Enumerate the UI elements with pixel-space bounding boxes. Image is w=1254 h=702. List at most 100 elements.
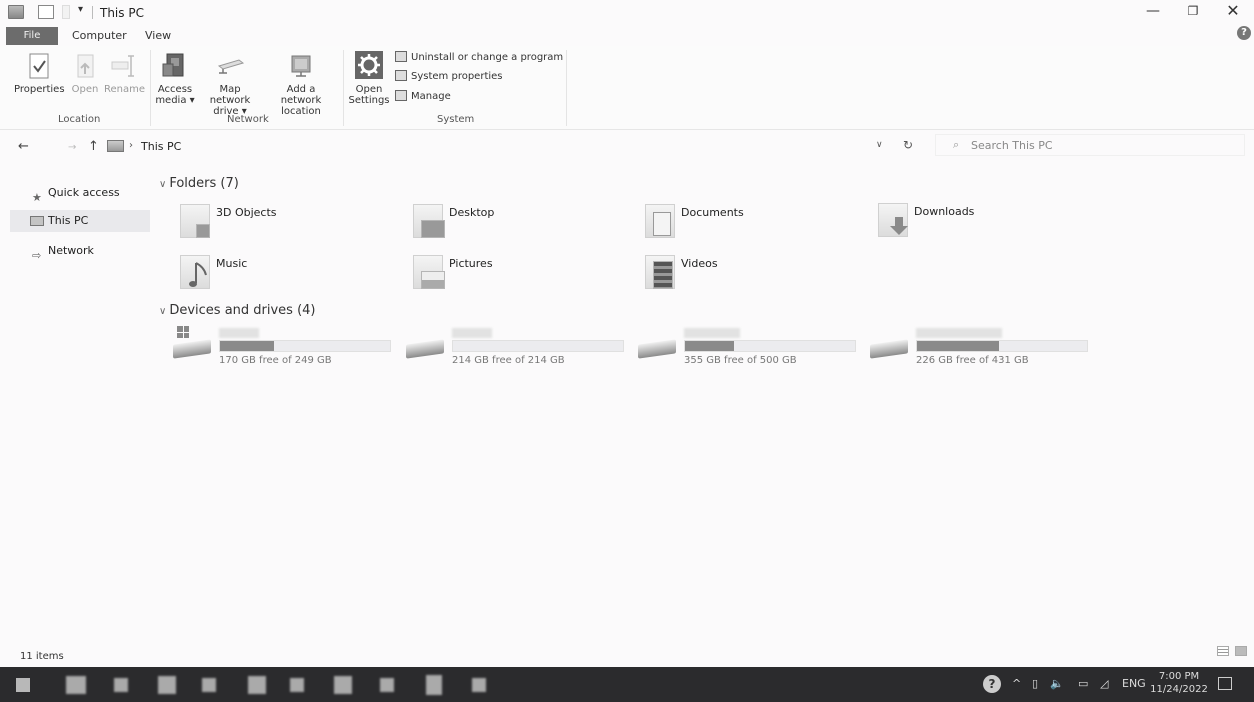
volume-icon[interactable]: 🔈 [1050, 677, 1064, 690]
drive-usage-bar [452, 340, 624, 352]
taskbar-app-icon[interactable] [114, 678, 128, 692]
downloads-folder-icon [876, 201, 910, 239]
taskbar-app-icon[interactable] [158, 676, 176, 694]
nav-network-label: Network [48, 244, 94, 257]
taskbar-app-icon[interactable] [380, 678, 394, 692]
open-icon [77, 54, 94, 78]
maximize-button[interactable]: ❐ [1178, 2, 1208, 22]
taskbar-app-icon[interactable] [426, 675, 442, 695]
open-settings-label-line1: Open [355, 84, 383, 95]
access-media-icon [162, 53, 184, 77]
access-media-button[interactable]: Access media ▾ [155, 52, 195, 106]
clock[interactable]: 7:00 PM 11/24/2022 [1150, 670, 1208, 696]
star-icon: ★ [32, 191, 42, 204]
drive-icon [870, 339, 908, 359]
taskbar-app-icon[interactable] [472, 678, 486, 692]
folder-music[interactable]: Music [178, 253, 398, 297]
rename-button[interactable]: Rename [104, 52, 145, 95]
battery-icon[interactable]: ▭ [1078, 677, 1088, 690]
search-icon: ⌕ [953, 138, 960, 151]
language-indicator[interactable]: ENG [1122, 677, 1146, 690]
properties-button[interactable]: Properties [14, 52, 65, 95]
access-media-label-line2: media ▾ [155, 95, 195, 106]
tray-help-icon[interactable]: ? [983, 675, 1001, 693]
tray-overflow-chevron-icon[interactable]: ^ [1012, 677, 1021, 690]
folder-label: Videos [681, 257, 718, 270]
folder-desktop[interactable]: Desktop [411, 202, 631, 246]
nav-quick-access[interactable]: ★ Quick access [10, 182, 150, 204]
folder-label: Music [216, 257, 248, 270]
pc-icon [30, 216, 44, 226]
start-button[interactable] [16, 678, 30, 692]
folder-pictures[interactable]: Pictures [411, 253, 631, 297]
tab-file[interactable]: File [6, 27, 58, 45]
tab-view[interactable]: View [145, 29, 171, 42]
nav-this-pc-label: This PC [48, 214, 89, 227]
quick-access-customize-chevron-icon[interactable]: ▾ [78, 4, 83, 15]
map-network-drive-icon [217, 59, 245, 74]
folders-header-label: Folders (7) [169, 176, 239, 191]
manage-button[interactable]: Manage [395, 90, 451, 104]
taskbar-app-icon[interactable] [66, 676, 86, 694]
folders-section-header[interactable]: ∨ Folders (7) [159, 176, 239, 191]
system-properties-button[interactable]: System properties [395, 70, 503, 84]
ribbon: Properties Open Rename Location Access m… [0, 46, 1254, 130]
taskbar-app-icon[interactable] [202, 678, 216, 692]
drives-section-header[interactable]: ∨ Devices and drives (4) [159, 303, 316, 318]
nav-network[interactable]: ⇨ Network [10, 240, 150, 262]
drive-icon [406, 339, 444, 359]
drive-free-space: 226 GB free of 431 GB [916, 355, 1029, 366]
drive-item[interactable]: 170 GB free of 249 GB [173, 326, 399, 372]
back-button[interactable]: ← [18, 139, 29, 154]
minimize-button[interactable]: — [1138, 2, 1168, 22]
breadcrumb-separator[interactable]: › [129, 140, 133, 151]
network-wifi-icon[interactable]: ◿ [1100, 677, 1108, 690]
drive-item[interactable]: 355 GB free of 500 GB [638, 328, 864, 372]
rename-icon [111, 55, 134, 77]
drive-usage-fill [685, 341, 735, 351]
folder-videos[interactable]: Videos [643, 253, 863, 297]
nav-quick-access-label: Quick access [48, 186, 120, 199]
close-button[interactable]: ✕ [1218, 2, 1248, 22]
system-group-label: System [437, 114, 475, 125]
drive-name-redacted [219, 328, 259, 338]
nav-this-pc[interactable]: This PC [10, 210, 150, 232]
quick-access-new-folder-icon[interactable] [62, 5, 70, 19]
uninstall-icon [395, 51, 407, 62]
drive-free-space: 170 GB free of 249 GB [219, 355, 332, 366]
settings-gear-icon [355, 51, 383, 79]
map-network-drive-label-line1: Map network [209, 84, 251, 106]
open-settings-button[interactable]: Open Settings [348, 50, 390, 106]
details-view-icon[interactable] [1217, 646, 1229, 656]
help-icon[interactable]: ? [1237, 26, 1251, 40]
desktop-folder-icon [411, 202, 445, 240]
add-network-location-button[interactable]: Add a network location [265, 52, 337, 117]
properties-label: Properties [14, 84, 65, 95]
folder-documents[interactable]: Documents [643, 202, 863, 246]
tray-device-icon[interactable]: ▯ [1032, 677, 1038, 690]
drive-usage-bar [684, 340, 856, 352]
folder-downloads[interactable]: Downloads [876, 201, 1096, 245]
drive-item[interactable]: 214 GB free of 214 GB [406, 328, 632, 372]
uninstall-program-button[interactable]: Uninstall or change a program [395, 51, 563, 65]
drive-icon [173, 339, 211, 359]
map-network-drive-button[interactable]: Map network drive ▾ [198, 52, 262, 117]
taskbar-app-icon[interactable] [290, 678, 304, 692]
refresh-icon[interactable]: ↻ [903, 138, 913, 152]
folder-3d-objects[interactable]: 3D Objects [178, 202, 398, 246]
drives-header-label: Devices and drives (4) [169, 303, 316, 318]
large-icons-view-icon[interactable] [1235, 646, 1247, 656]
open-button[interactable]: Open [70, 52, 100, 95]
notification-center-icon[interactable] [1218, 677, 1232, 690]
drive-name-redacted [684, 328, 740, 338]
system-properties-icon [395, 70, 407, 81]
up-button[interactable]: ↑ [88, 139, 99, 154]
drive-item[interactable]: 226 GB free of 431 GB [870, 328, 1096, 372]
address-history-chevron-icon[interactable]: ∨ [876, 140, 883, 150]
taskbar-app-icon[interactable] [334, 676, 352, 694]
breadcrumb-this-pc[interactable]: This PC [141, 140, 181, 153]
tab-computer[interactable]: Computer [72, 29, 127, 42]
quick-access-properties-icon[interactable] [38, 5, 54, 19]
forward-button[interactable]: → [68, 142, 76, 153]
taskbar-app-icon[interactable] [248, 676, 266, 694]
